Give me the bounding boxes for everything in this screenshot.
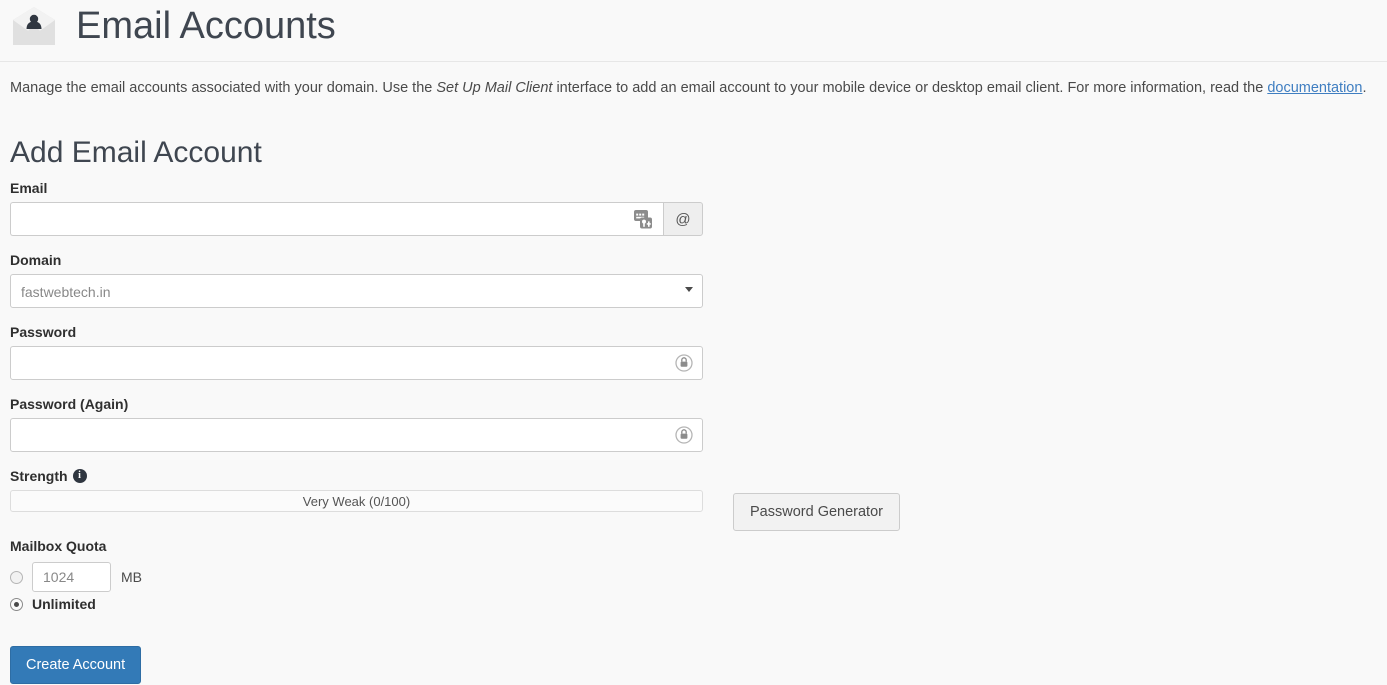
quota-size-row: MB: [10, 562, 1380, 592]
email-at-addon[interactable]: @: [663, 202, 703, 236]
strength-field-group: Strength i Very Weak (0/100): [10, 468, 1380, 512]
quota-unit-label: MB: [121, 569, 142, 585]
strength-label: Strength: [10, 468, 68, 484]
password-again-input[interactable]: [10, 418, 703, 452]
email-field-group: Email @: [10, 180, 1380, 236]
lastpass-fill-icon[interactable]: [634, 210, 653, 229]
password-input-wrap: [10, 346, 703, 380]
description-emphasis: Set Up Mail Client: [436, 80, 553, 96]
password-field-group: Password: [10, 324, 1380, 380]
email-accounts-page: Email Accounts Manage the email accounts…: [0, 0, 1387, 685]
email-input-group: @: [10, 202, 703, 236]
quota-unlimited-row: Unlimited: [10, 596, 1380, 612]
page-description: Manage the email accounts associated wit…: [10, 78, 1380, 98]
info-icon[interactable]: i: [72, 469, 87, 483]
domain-label: Domain: [10, 252, 62, 268]
password-again-input-wrap: [10, 418, 703, 452]
password-generator-button[interactable]: Password Generator: [733, 493, 900, 531]
section-title: Add Email Account: [10, 136, 262, 169]
lastpass-vault-icon[interactable]: [675, 354, 693, 372]
password-again-label: Password (Again): [10, 396, 129, 412]
password-again-field-group: Password (Again): [10, 396, 1380, 452]
quota-size-radio[interactable]: [10, 570, 23, 584]
quota-unlimited-radio[interactable]: [10, 597, 23, 611]
domain-select[interactable]: fastwebtech.in: [10, 274, 703, 308]
page-header: Email Accounts: [0, 0, 1387, 62]
page-title: Email Accounts: [76, 5, 336, 47]
domain-select-wrap: fastwebtech.in: [10, 274, 703, 308]
email-label: Email: [10, 180, 48, 196]
description-text-part1: Manage the email accounts associated wit…: [10, 80, 437, 96]
envelope-user-icon: [10, 4, 58, 48]
mailbox-quota-label: Mailbox Quota: [10, 538, 107, 554]
password-label: Password: [10, 324, 77, 340]
description-text-part2: interface to add an email account to you…: [552, 80, 1268, 96]
documentation-link[interactable]: documentation: [1267, 80, 1362, 96]
password-input[interactable]: [10, 346, 703, 380]
email-input[interactable]: [10, 202, 663, 236]
domain-field-group: Domain fastwebtech.in: [10, 252, 1380, 308]
password-strength-bar: Very Weak (0/100): [10, 490, 703, 512]
lastpass-vault-icon-2[interactable]: [675, 426, 693, 444]
quota-unlimited-label[interactable]: Unlimited: [32, 596, 96, 612]
create-account-button[interactable]: Create Account: [10, 646, 142, 684]
password-strength-text: Very Weak (0/100): [302, 493, 411, 509]
description-text-part3: .: [1362, 80, 1367, 96]
mailbox-quota-group: Mailbox Quota MB Unlimited: [10, 538, 1380, 612]
quota-size-input[interactable]: [32, 562, 111, 592]
add-email-account-form: Email @ Domain fastwebtech.in Password P…: [10, 180, 1380, 684]
